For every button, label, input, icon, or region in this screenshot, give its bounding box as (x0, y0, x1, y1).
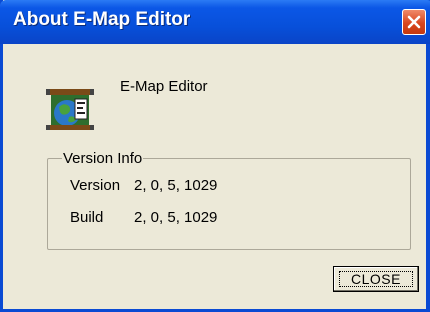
version-label: Version (70, 177, 121, 194)
e-map-globe-icon (45, 83, 95, 133)
version-info-group (47, 158, 411, 250)
close-button-label: CLOSE (339, 271, 413, 287)
build-value: 2, 0, 5, 1029 (134, 209, 218, 226)
close-icon[interactable] (402, 9, 426, 35)
version-value: 2, 0, 5, 1029 (134, 177, 218, 194)
close-button[interactable]: CLOSE (333, 266, 419, 292)
app-name: E-Map Editor (120, 78, 208, 95)
window-title: About E-Map Editor (13, 9, 191, 30)
about-dialog: About E-Map Editor E-Map Editor Version … (0, 0, 430, 312)
x-glyph-icon (407, 15, 421, 29)
title-bar[interactable]: About E-Map Editor (0, 0, 430, 44)
build-label: Build (70, 209, 104, 226)
group-label: Version Info (62, 150, 144, 167)
